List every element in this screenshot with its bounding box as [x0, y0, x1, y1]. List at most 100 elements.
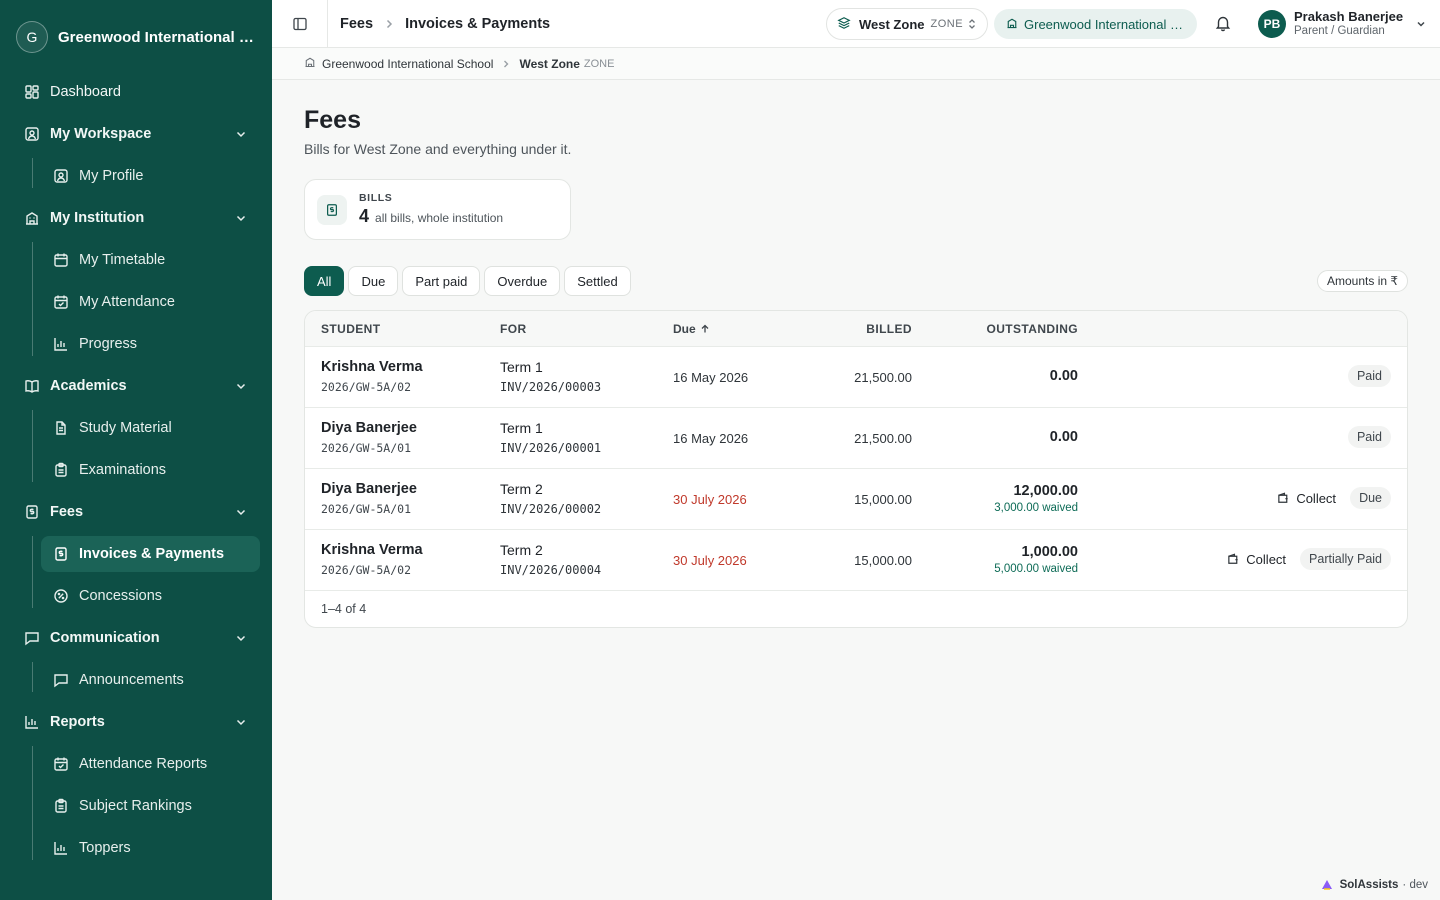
table-row[interactable]: Diya Banerjee 2026/GW-5A/01 Term 1 INV/2…: [305, 408, 1407, 469]
receipt-icon: [53, 546, 69, 562]
sidebar-item-label: Reports: [50, 714, 105, 730]
fees-group: Invoices & Payments Concessions: [28, 536, 260, 614]
sidebar-item-label: Dashboard: [50, 84, 121, 100]
header-billed[interactable]: BILLED: [866, 322, 912, 336]
bar-chart-icon: [24, 714, 40, 730]
sidebar-item-my-institution[interactable]: My Institution: [12, 200, 260, 236]
zone-select[interactable]: West Zone ZONE: [826, 8, 988, 40]
building-icon: [24, 210, 40, 226]
sidebar-item-announcements[interactable]: Announcements: [41, 662, 260, 698]
sidebar-item-my-profile[interactable]: My Profile: [41, 158, 260, 194]
sidebar-item-subject-rankings[interactable]: Subject Rankings: [41, 788, 260, 824]
table-row[interactable]: Krishna Verma 2026/GW-5A/02 Term 2 INV/2…: [305, 530, 1407, 591]
sidebar-item-attendance-reports[interactable]: Attendance Reports: [41, 746, 260, 782]
fee-term: Term 2: [500, 481, 543, 497]
currency-badge: Amounts in ₹: [1317, 270, 1408, 292]
calendar-check-icon: [53, 294, 69, 310]
sidebar-item-label: Examinations: [79, 462, 167, 478]
invoice-number: INV/2026/00003: [500, 380, 602, 394]
arrow-up-icon: [701, 324, 709, 333]
student-roll: 2026/GW-5A/01: [321, 441, 412, 455]
building-icon: [1006, 17, 1018, 32]
status-badge: Paid: [1347, 426, 1391, 448]
sidebar-item-label: Concessions: [79, 588, 163, 604]
filter-due[interactable]: Due: [348, 266, 399, 296]
sidebar-item-label: Invoices & Payments: [79, 546, 225, 562]
user-meta: Prakash Banerjee Parent / Guardian: [1294, 9, 1403, 38]
sidebar-item-my-timetable[interactable]: My Timetable: [41, 242, 260, 278]
filter-overdue[interactable]: Overdue: [484, 266, 561, 296]
filter-settled[interactable]: Settled: [564, 266, 631, 296]
invoice-number: INV/2026/00001: [500, 441, 602, 455]
fee-term: Term 2: [500, 542, 543, 558]
collect-button[interactable]: Collect: [1277, 491, 1336, 506]
chevron-down-icon: [234, 127, 248, 141]
brand[interactable]: G Greenwood International School: [0, 0, 272, 74]
collect-button[interactable]: Collect: [1227, 552, 1286, 567]
bills-stat-card: BILLS 4 all bills, whole institution: [304, 179, 571, 240]
sidebar-item-my-workspace[interactable]: My Workspace: [12, 116, 260, 152]
bar-chart-icon: [53, 336, 69, 352]
invoice-number: INV/2026/00004: [500, 563, 602, 577]
filter-part-paid[interactable]: Part paid: [402, 266, 481, 296]
sidebar: G Greenwood International School Dashboa…: [0, 0, 272, 900]
sidebar-item-academics[interactable]: Academics: [12, 368, 260, 404]
chevron-right-icon: [501, 59, 511, 69]
book-open-icon: [24, 378, 40, 394]
chevron-right-icon: [383, 18, 395, 30]
sidebar-item-fees[interactable]: Fees: [12, 494, 260, 530]
sidebar-item-toppers[interactable]: Toppers: [41, 830, 260, 866]
scope-breadcrumb: Greenwood International School West Zone…: [272, 48, 1440, 80]
sidebar-item-dashboard[interactable]: Dashboard: [12, 74, 260, 110]
solassists-logo-icon: [1321, 880, 1332, 890]
sidebar-item-reports[interactable]: Reports: [12, 704, 260, 740]
sidebar-item-study-material[interactable]: Study Material: [41, 410, 260, 446]
sidebar-item-communication[interactable]: Communication: [12, 620, 260, 656]
student-roll: 2026/GW-5A/01: [321, 502, 412, 516]
badge-percent-icon: [53, 588, 69, 604]
chevron-down-icon: [234, 715, 248, 729]
sidebar-item-concessions[interactable]: Concessions: [41, 578, 260, 614]
table-row[interactable]: Krishna Verma 2026/GW-5A/02 Term 1 INV/2…: [305, 347, 1407, 408]
status-badge: Paid: [1347, 365, 1391, 387]
sidebar-item-label: Academics: [50, 378, 127, 394]
table-row[interactable]: Diya Banerjee 2026/GW-5A/01 Term 2 INV/2…: [305, 469, 1407, 530]
billed-amount: 15,000.00: [854, 492, 912, 507]
status-badge: Due: [1350, 487, 1391, 509]
header-due[interactable]: Due: [673, 322, 710, 336]
breadcrumb-fees[interactable]: Fees: [340, 16, 373, 32]
scope-school[interactable]: Greenwood International School: [322, 57, 493, 71]
message-square-icon: [24, 630, 40, 646]
filter-all[interactable]: All: [304, 266, 345, 296]
sidebar-item-my-attendance[interactable]: My Attendance: [41, 284, 260, 320]
sidebar-item-invoices-payments[interactable]: Invoices & Payments: [41, 536, 260, 572]
sidebar-item-label: My Timetable: [79, 252, 166, 268]
bell-icon[interactable]: [1214, 14, 1232, 32]
status-filters: All Due Part paid Overdue Settled Amount…: [304, 265, 1408, 297]
student-name: Diya Banerjee: [321, 481, 417, 497]
zone-name: West Zone: [859, 16, 925, 32]
sidebar-item-examinations[interactable]: Examinations: [41, 452, 260, 488]
outstanding-amount: 0.00: [1049, 429, 1078, 445]
scope-zone-tag: ZONE: [583, 57, 615, 70]
invoices-table: STUDENT FOR Due BILLED OUTSTANDING Krish…: [304, 310, 1408, 628]
user-menu[interactable]: PB Prakash Banerjee Parent / Guardian: [1258, 9, 1427, 38]
sidebar-toggle-button[interactable]: [272, 0, 328, 48]
building-icon: [304, 56, 316, 71]
page-title: Fees: [304, 106, 361, 134]
bar-chart-icon: [53, 840, 69, 856]
pagination-summary: 1–4 of 4: [321, 602, 367, 616]
sidebar-item-progress[interactable]: Progress: [41, 326, 260, 362]
footer-brand: SolAssists · dev: [1320, 878, 1428, 892]
academics-group: Study Material Examinations: [28, 410, 260, 488]
user-role: Parent / Guardian: [1294, 24, 1385, 37]
brand-name: Greenwood International School: [58, 28, 256, 46]
sidebar-nav: Dashboard My Workspace My Profile My Ins…: [0, 74, 272, 866]
header-for[interactable]: FOR: [500, 322, 527, 336]
header-outstanding[interactable]: OUTSTANDING: [986, 322, 1078, 336]
school-pill-label: Greenwood International School: [1024, 16, 1184, 32]
school-pill[interactable]: Greenwood International School: [994, 9, 1197, 39]
breadcrumb-invoices-payments: Invoices & Payments: [405, 15, 551, 32]
sidebar-item-label: Fees: [50, 504, 84, 520]
header-student[interactable]: STUDENT: [321, 322, 380, 336]
